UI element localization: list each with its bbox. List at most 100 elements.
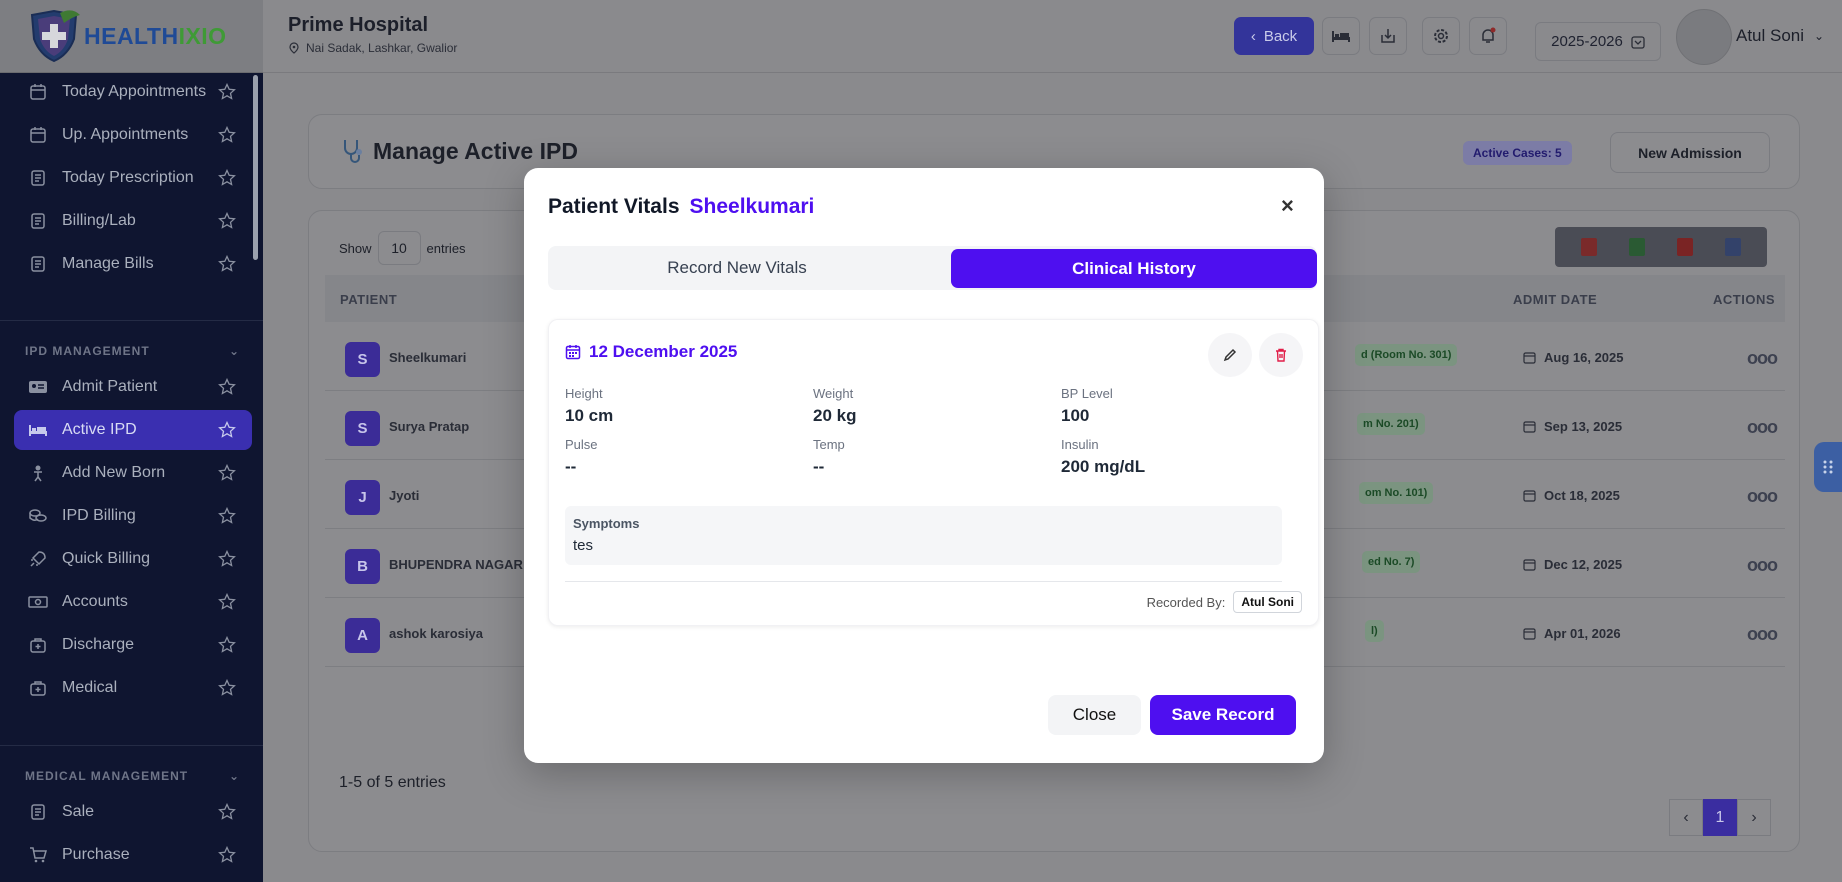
section-medical-management[interactable]: MEDICAL MANAGEMENT ⌄ [25,769,240,783]
settings-button[interactable] [1422,17,1460,55]
star-icon[interactable] [218,211,236,230]
more-actions-icon[interactable]: ooo [1747,417,1778,438]
back-label: Back [1263,27,1298,45]
pdf-icon[interactable] [1677,238,1693,256]
new-admission-button[interactable]: New Admission [1610,132,1770,173]
star-icon[interactable] [218,678,236,697]
sidebar-item-quick-billing[interactable]: Quick Billing [14,539,252,579]
bell-icon [1482,27,1496,43]
save-record-button[interactable]: Save Record [1150,695,1296,735]
sidebar-scrollbar[interactable] [253,75,258,260]
star-icon[interactable] [218,168,236,187]
patient-name[interactable]: Sheelkumari [389,350,466,365]
print-icon[interactable] [1725,238,1741,256]
prev-page-button[interactable]: ‹ [1669,799,1703,836]
sidebar-item-label: Manage Bills [62,255,154,272]
modal-patient-name: Sheelkumari [689,195,815,218]
year-select[interactable]: 2025-2026 [1535,22,1661,61]
record-date: 12 December 2025 [565,342,737,362]
notifications-button[interactable] [1469,17,1507,55]
sidebar-item-sale[interactable]: Sale [14,792,252,832]
sidebar-item-ipd-billing[interactable]: IPD Billing [14,496,252,536]
user-menu[interactable]: Atul Soni ⌄ [1736,26,1824,46]
more-actions-icon[interactable]: ooo [1747,486,1778,507]
stethoscope-icon [344,140,362,163]
chevron-down-icon: ⌄ [228,344,240,358]
star-icon[interactable] [218,635,236,654]
patient-name[interactable]: ashok karosiya [389,626,483,641]
logo[interactable]: HEALTHIXIO [0,0,263,73]
excel-icon[interactable] [1629,238,1645,256]
divider [0,320,263,321]
sidebar-item-up-appointments[interactable]: Up. Appointments [14,115,252,155]
more-actions-icon[interactable]: ooo [1747,624,1778,645]
avatar[interactable] [1676,9,1732,65]
patient-initial-avatar: B [345,549,380,584]
star-icon[interactable] [218,549,236,568]
section-ipd-management[interactable]: IPD MANAGEMENT ⌄ [25,344,240,358]
sidebar-item-today-appointments[interactable]: Today Appointments [14,72,252,112]
entries-select[interactable]: 10 [377,231,421,265]
star-icon[interactable] [218,463,236,482]
vitals-record-card: 12 December 2025 Height 10 cm Weight 20 … [548,319,1319,626]
star-icon[interactable] [218,845,236,864]
gear-icon [1434,29,1448,43]
copy-icon[interactable] [1581,238,1597,256]
star-icon[interactable] [218,254,236,273]
delete-record-button[interactable] [1259,333,1303,377]
column-patient[interactable]: PATIENT [340,292,397,307]
vital-label: Weight [813,386,854,401]
star-icon[interactable] [218,377,236,396]
star-icon[interactable] [218,802,236,821]
page-button[interactable]: 1 [1703,799,1737,836]
room-badge: m No. 201) [1357,413,1425,435]
patient-name[interactable]: Jyoti [389,488,419,503]
download-button[interactable] [1369,17,1407,55]
bed-button[interactable] [1322,17,1360,55]
vital-height: Height 10 cm [565,386,613,426]
edit-record-button[interactable] [1208,333,1252,377]
patient-vitals-modal: Patient Vitals Sheelkumari × Record New … [524,168,1324,763]
symptoms-value: tes [573,537,594,554]
close-button[interactable]: Close [1048,695,1141,735]
shield-logo-icon [30,9,80,63]
sidebar-item-active-ipd[interactable]: Active IPD [14,410,252,450]
next-page-button[interactable]: › [1737,799,1771,836]
patient-name[interactable]: Surya Pratap [389,419,469,434]
sidebar-item-label: Active IPD [62,421,137,438]
patient-name[interactable]: BHUPENDRA NAGAR [389,557,523,572]
show-label: Show [339,240,372,256]
more-actions-icon[interactable]: ooo [1747,555,1778,576]
patient-initial-avatar: A [345,618,380,653]
sidebar-item-purchase[interactable]: Purchase [14,835,252,875]
star-icon[interactable] [218,506,236,525]
year-value: 2025-2026 [1551,33,1623,50]
logo-text: HEALTHIXIO [84,22,227,49]
column-admit-date[interactable]: ADMIT DATE [1513,292,1597,307]
star-icon[interactable] [218,125,236,144]
sidebar-item-admit-patient[interactable]: Admit Patient [14,367,252,407]
sidebar-item-add-new-born[interactable]: Add New Born [14,453,252,493]
vital-value: 10 cm [565,406,614,425]
sidebar-item-today-prescription[interactable]: Today Prescription [14,158,252,198]
calendar-icon [1523,559,1536,571]
sidebar-item-medical[interactable]: Medical [14,668,252,708]
sidebar-item-manage-bills[interactable]: Manage Bills [14,244,252,284]
side-drawer-handle[interactable] [1814,442,1842,492]
more-actions-icon[interactable]: ooo [1747,348,1778,369]
document-icon [28,211,48,231]
recorded-by-label: Recorded By: [1146,594,1226,610]
sidebar-item-discharge[interactable]: Discharge [14,625,252,665]
star-icon[interactable] [218,82,236,101]
tab-record-new-vitals[interactable]: Record New Vitals [548,246,926,290]
close-icon[interactable]: × [1281,193,1294,219]
back-button[interactable]: ‹ Back [1234,17,1314,55]
trash-icon [1276,348,1286,362]
sidebar-item-label: Up. Appointments [62,126,189,143]
star-icon[interactable] [218,420,236,439]
tab-clinical-history[interactable]: Clinical History [951,249,1317,288]
vital-label: Height [565,386,603,401]
star-icon[interactable] [218,592,236,611]
sidebar-item-billing-lab[interactable]: Billing/Lab [14,201,252,241]
sidebar-item-accounts[interactable]: Accounts [14,582,252,622]
